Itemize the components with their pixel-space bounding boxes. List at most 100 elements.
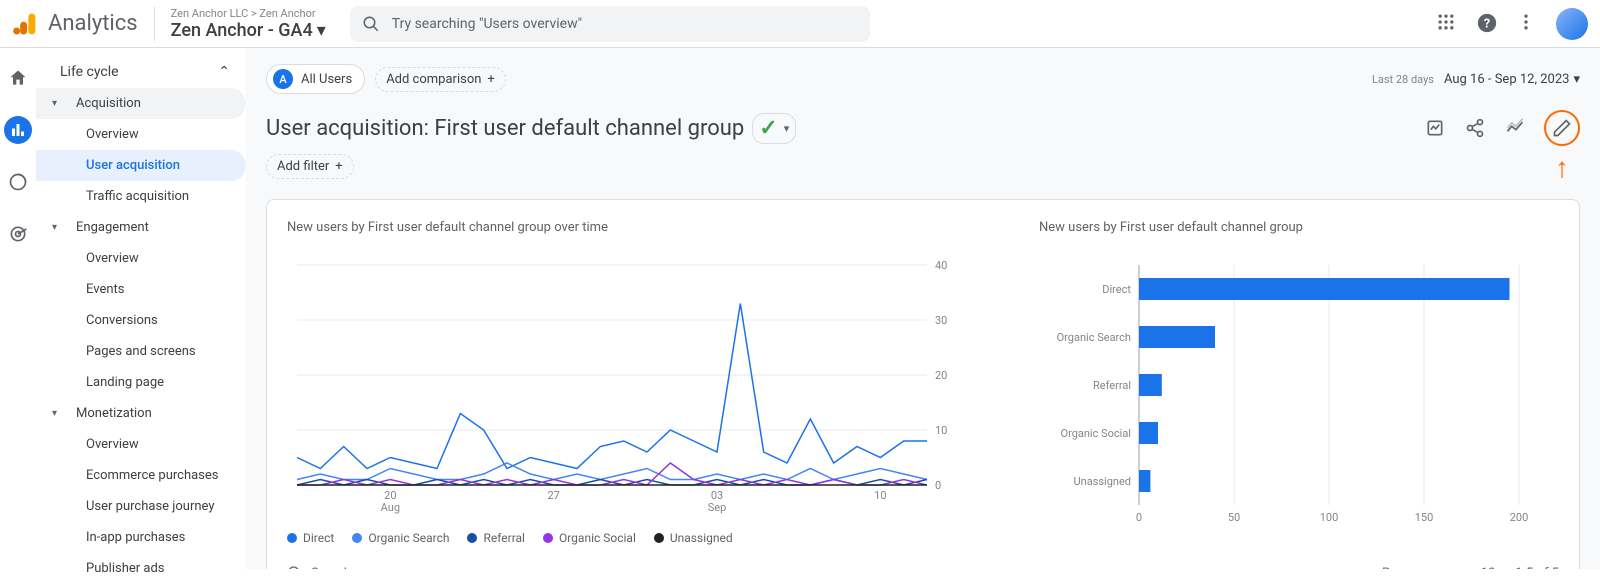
svg-text:Direct: Direct	[1102, 283, 1131, 296]
product-name: Analytics	[48, 11, 138, 36]
sidebar-item-conversions[interactable]: Conversions	[36, 305, 246, 336]
edit-report-button[interactable]: ↑	[1544, 110, 1580, 146]
svg-text:150: 150	[1415, 511, 1434, 524]
avatar[interactable]	[1556, 8, 1588, 40]
caret-down-icon: ▾	[1573, 72, 1580, 87]
svg-text:Referral: Referral	[1093, 379, 1131, 392]
svg-text:10: 10	[935, 424, 947, 437]
legend-item[interactable]: Direct	[287, 531, 334, 545]
charts-card: New users by First user default channel …	[266, 199, 1580, 569]
svg-text:Sep: Sep	[708, 501, 727, 514]
legend-item[interactable]: Organic Search	[352, 531, 449, 545]
sidebar-group-acquisition[interactable]: ▾Acquisition	[36, 88, 246, 119]
sidebar-item-user-acquisition[interactable]: User acquisition	[36, 150, 246, 181]
property-name: Zen Anchor - GA4	[171, 20, 313, 41]
triangle-down-icon: ▾	[52, 408, 62, 419]
svg-text:Organic Social: Organic Social	[1061, 427, 1132, 440]
legend-item[interactable]: Unassigned	[654, 531, 733, 545]
analytics-logo-icon	[12, 10, 40, 38]
svg-text:?: ?	[1484, 16, 1490, 31]
customize-insights-icon[interactable]	[1424, 117, 1446, 139]
svg-text:Organic Search: Organic Search	[1057, 331, 1131, 344]
svg-text:0: 0	[935, 479, 941, 492]
legend-dot-icon	[543, 533, 553, 543]
date-preset-label: Last 28 days	[1372, 73, 1434, 86]
sidebar-group-monetization[interactable]: ▾Monetization	[36, 398, 246, 429]
add-comparison-button[interactable]: Add comparison +	[375, 67, 506, 92]
plus-icon: +	[335, 159, 342, 174]
bar-chart: 0 50 100 150 200 Direct Organic Search Referral…	[1039, 255, 1539, 535]
date-range-picker[interactable]: Aug 16 - Sep 12, 2023 ▾	[1444, 72, 1580, 87]
sidebar-item-in-app-purchases[interactable]: In-app purchases	[36, 522, 246, 553]
sidebar-item-pages-and-screens[interactable]: Pages and screens	[36, 336, 246, 367]
svg-text:27: 27	[547, 489, 559, 502]
rail-explore-icon[interactable]	[4, 168, 32, 196]
search-icon	[287, 565, 303, 569]
svg-text:200: 200	[1510, 511, 1529, 524]
svg-text:40: 40	[935, 259, 947, 272]
more-vert-icon[interactable]	[1516, 12, 1540, 36]
property-selector[interactable]: Zen Anchor LLC > Zen Anchor Zen Anchor -…	[154, 7, 326, 41]
sidebar-group-engagement[interactable]: ▾Engagement	[36, 212, 246, 243]
svg-text:0: 0	[1136, 511, 1142, 524]
status-chip[interactable]: ✓ ▾	[752, 113, 796, 144]
nav-rail	[0, 48, 36, 569]
sidebar-item-overview[interactable]: Overview	[36, 119, 246, 150]
legend-dot-icon	[287, 533, 297, 543]
sidebar-item-ecommerce-purchases[interactable]: Ecommerce purchases	[36, 460, 246, 491]
caret-down-icon: ▾	[1499, 566, 1506, 570]
svg-text:20: 20	[935, 369, 947, 382]
rail-home-icon[interactable]	[4, 64, 32, 92]
sidebar-section-lifecycle[interactable]: Life cycle ⌃	[36, 56, 246, 88]
svg-text:Aug: Aug	[381, 501, 400, 514]
sidebar-item-traffic-acquisition[interactable]: Traffic acquisition	[36, 181, 246, 212]
legend-dot-icon	[467, 533, 477, 543]
svg-text:100: 100	[1320, 511, 1339, 524]
rows-per-page-label: Rows per page:	[1382, 566, 1471, 570]
rail-reports-icon[interactable]	[4, 116, 32, 144]
triangle-down-icon: ▾	[52, 222, 62, 233]
caret-down-icon: ▾	[317, 20, 326, 41]
triangle-down-icon: ▾	[52, 98, 62, 109]
plus-icon: +	[487, 72, 494, 87]
audience-label: All Users	[301, 72, 352, 87]
topbar: Analytics Zen Anchor LLC > Zen Anchor Ze…	[0, 0, 1600, 48]
svg-text:50: 50	[1228, 511, 1240, 524]
sidebar: Life cycle ⌃ ▾AcquisitionOverviewUser ac…	[36, 48, 246, 569]
share-icon[interactable]	[1464, 117, 1486, 139]
sidebar-item-events[interactable]: Events	[36, 274, 246, 305]
legend-item[interactable]: Organic Social	[543, 531, 636, 545]
apps-icon[interactable]	[1436, 12, 1460, 36]
svg-text:10: 10	[874, 489, 886, 502]
pagination-range: 1-5 of 5	[1515, 566, 1559, 570]
arrow-up-icon: ↑	[1555, 151, 1569, 184]
insights-icon[interactable]	[1504, 117, 1526, 139]
sidebar-item-user-purchase-journey[interactable]: User purchase journey	[36, 491, 246, 522]
svg-text:30: 30	[935, 314, 947, 327]
report-title: User acquisition: First user default cha…	[266, 113, 796, 144]
sidebar-item-landing-page[interactable]: Landing page	[36, 367, 246, 398]
search-input[interactable]: Try searching "Users overview"	[350, 6, 870, 42]
legend-item[interactable]: Referral	[467, 531, 525, 545]
rows-per-page-select[interactable]: 10 ▾	[1481, 566, 1505, 570]
help-icon[interactable]: ?	[1476, 12, 1500, 36]
add-filter-button[interactable]: Add filter +	[266, 154, 354, 179]
table-search-input[interactable]: Search	[311, 566, 351, 570]
bar-chart-title: New users by First user default channel …	[1039, 220, 1559, 235]
legend-dot-icon	[654, 533, 664, 543]
search-placeholder: Try searching "Users overview"	[392, 16, 582, 32]
svg-text:Unassigned: Unassigned	[1073, 475, 1131, 488]
search-icon	[362, 15, 380, 33]
audience-chip[interactable]: A All Users	[266, 64, 365, 94]
rail-advertising-icon[interactable]	[4, 220, 32, 248]
sidebar-item-overview[interactable]: Overview	[36, 429, 246, 460]
caret-down-icon: ▾	[784, 122, 790, 135]
audience-badge: A	[273, 69, 293, 89]
legend-dot-icon	[352, 533, 362, 543]
check-circle-icon: ✓	[759, 116, 777, 141]
breadcrumb: Zen Anchor LLC > Zen Anchor	[171, 7, 326, 20]
line-chart: 01020304020Aug2703Sep10	[287, 255, 967, 515]
main-content: A All Users Add comparison + Last 28 day…	[246, 48, 1600, 569]
sidebar-item-overview[interactable]: Overview	[36, 243, 246, 274]
chart-legend: Direct Organic Search Referral Organic Soci…	[287, 531, 1009, 545]
